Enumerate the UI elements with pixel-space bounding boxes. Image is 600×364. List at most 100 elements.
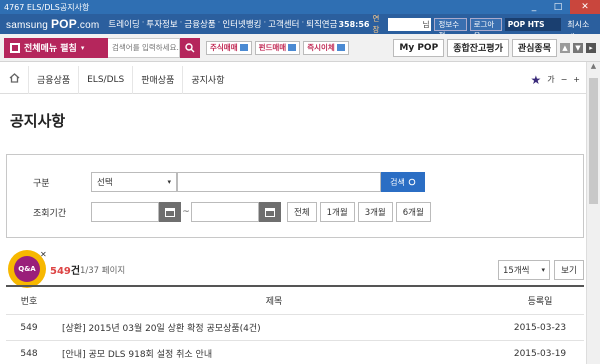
top-navigation: samsung POP.com 트레이딩 · 투자정보 · 금융상품 · 인터넷뱅킹 ·… xyxy=(0,13,600,42)
watchlist-tab[interactable]: 관심종목 xyxy=(511,38,557,57)
column-header-title: 제목 xyxy=(265,297,283,307)
nav-link-internet-banking[interactable]: 인터넷뱅킹 xyxy=(221,18,262,30)
font-size-label: 가 xyxy=(547,75,555,84)
favorite-star-icon[interactable]: ★ xyxy=(530,73,541,87)
row-number: 549 xyxy=(20,322,38,333)
search-button[interactable] xyxy=(180,37,200,58)
table-row[interactable]: 548 [안내] 공모 DLS 918회 설정 취소 안내 2015-03-19 xyxy=(6,341,584,364)
period-1month-button[interactable]: 1개월 xyxy=(319,202,355,222)
personal-tabs: My POP 종합잔고평가 관심종목 ▲ ▼ ▸ xyxy=(393,38,596,57)
my-pop-tab[interactable]: My POP xyxy=(393,38,445,57)
page-title: 공지사항 xyxy=(10,112,66,130)
nav-separator: · xyxy=(217,18,221,28)
quick-buttons: 주식매매 펀드매매 즉시이체 xyxy=(206,40,349,55)
start-date-input[interactable] xyxy=(91,202,159,222)
quick-transfer-button[interactable]: 즉시이체 xyxy=(303,40,349,55)
chevron-down-icon: ▾ xyxy=(167,178,171,186)
nav-link-invest-info[interactable]: 투자정보 xyxy=(145,18,178,30)
start-date-calendar-button[interactable] xyxy=(159,202,181,222)
search-filter-panel: 구분 선택 ▾ 검색 조회기간 ~ 전체 1개월 3개월 6개월 xyxy=(6,154,584,238)
end-date-input[interactable] xyxy=(191,202,259,222)
nav-separator: · xyxy=(141,18,145,28)
nav-separator: · xyxy=(179,18,183,28)
breadcrumb-financial-products[interactable]: 금융상품 xyxy=(28,65,78,94)
font-decrease-button[interactable]: − xyxy=(561,75,568,84)
row-title-link[interactable]: [상환] 2015년 03월 20일 상환 확정 공모상품(4건) xyxy=(52,321,496,334)
result-count: 549건 xyxy=(50,266,81,277)
window-minimize-button[interactable]: _ xyxy=(522,0,546,14)
nav-link-financial-products[interactable]: 금융상품 xyxy=(183,18,216,30)
nav-separator: · xyxy=(301,18,305,28)
session-area: 358:56 연장 님 정보수정 로그아웃 POP HTS Web 최시소개 xyxy=(338,13,600,42)
user-name: 님 xyxy=(387,17,432,31)
quick-stock-trade-button[interactable]: 주식매매 xyxy=(206,40,252,55)
breadcrumb-els-dls[interactable]: ELS/DLS xyxy=(78,65,132,94)
table-row[interactable]: 549 [상환] 2015년 03월 20일 상환 확정 공모상품(4건) 20… xyxy=(6,315,584,341)
keyword-input[interactable] xyxy=(177,172,381,192)
info-edit-button[interactable]: 정보수정 xyxy=(434,17,467,40)
calendar-icon xyxy=(265,207,275,217)
session-extend-link[interactable]: 연장 xyxy=(372,13,384,35)
period-6month-button[interactable]: 6개월 xyxy=(395,202,431,222)
chart-icon xyxy=(288,44,297,51)
row-title-link[interactable]: [안내] 공모 DLS 918회 설정 취소 안내 xyxy=(52,347,496,360)
view-button[interactable]: 보기 xyxy=(554,260,584,280)
search-icon xyxy=(185,42,195,52)
breadcrumb-notices[interactable]: 공지사항 xyxy=(182,65,232,94)
expand-icon[interactable]: ▸ xyxy=(586,42,596,53)
category-select[interactable]: 선택 ▾ xyxy=(91,172,177,192)
qa-badge-label: Q&A xyxy=(14,256,40,282)
refresh-icon xyxy=(408,178,416,186)
end-date-calendar-button[interactable] xyxy=(259,202,281,222)
window-controls: _ □ ✕ xyxy=(522,0,600,14)
nav-link-trading[interactable]: 트레이딩 xyxy=(107,18,140,30)
calendar-icon xyxy=(165,207,175,217)
grid-icon xyxy=(10,42,20,53)
chart-icon xyxy=(239,44,248,51)
row-date: 2015-03-19 xyxy=(513,348,567,359)
main-nav-links: 트레이딩 · 투자정보 · 금융상품 · 인터넷뱅킹 · 고객센터 · 퇴직연금 xyxy=(107,18,338,30)
page-tools: ★ 가 − + xyxy=(530,73,586,87)
breadcrumb: 금융상품 ELS/DLS 판매상품 공지사항 ★ 가 − + xyxy=(0,65,586,94)
filter-search-button[interactable]: 검색 xyxy=(381,172,425,192)
qa-close-icon[interactable]: ✕ xyxy=(40,250,47,259)
page-info: 1/37 페이지 xyxy=(80,266,126,276)
scroll-up-icon[interactable]: ▲ xyxy=(560,42,570,53)
filter-row-category: 구분 선택 ▾ 검색 xyxy=(7,171,425,193)
column-header-number: 번호 xyxy=(20,297,38,307)
period-all-button[interactable]: 전체 xyxy=(287,202,317,222)
nav-separator: · xyxy=(263,18,267,28)
quick-fund-trade-button[interactable]: 펀드매매 xyxy=(254,40,301,55)
window-titlebar: 4767 ELS/DLS공지사항 _ □ ✕ xyxy=(0,0,600,14)
filter-row-period: 조회기간 ~ 전체 1개월 3개월 6개월 xyxy=(7,201,431,223)
minimize-site-button[interactable]: 최시소개 xyxy=(564,18,596,42)
pop-hts-web-button[interactable]: POP HTS Web xyxy=(504,17,562,42)
scroll-up-arrow-icon[interactable]: ▲ xyxy=(587,62,600,74)
transfer-icon xyxy=(336,44,345,51)
home-button[interactable] xyxy=(0,73,28,86)
scroll-down-icon[interactable]: ▼ xyxy=(573,42,583,53)
site-search-input[interactable] xyxy=(108,37,180,58)
chevron-down-icon: ▾ xyxy=(541,266,545,274)
per-page-select[interactable]: 15개씩 ▾ xyxy=(498,260,550,280)
date-range-separator: ~ xyxy=(182,207,190,217)
row-date: 2015-03-23 xyxy=(513,322,567,333)
all-menu-button[interactable]: 전체메뉴 펼침 ▾ xyxy=(4,37,108,58)
window-maximize-button[interactable]: □ xyxy=(546,0,570,14)
chevron-down-icon: ▾ xyxy=(80,43,85,52)
period-3month-button[interactable]: 3개월 xyxy=(357,202,393,222)
nav-link-pension[interactable]: 퇴직연금 xyxy=(305,18,338,30)
scrollbar-thumb[interactable] xyxy=(589,78,598,204)
samsung-pop-logo[interactable]: samsung POP.com xyxy=(0,17,99,31)
balance-tab[interactable]: 종합잔고평가 xyxy=(447,38,509,57)
breadcrumb-sales-products[interactable]: 판매상품 xyxy=(132,65,182,94)
row-number: 548 xyxy=(20,348,38,359)
utility-bar: 전체메뉴 펼침 ▾ 주식매매 펀드매매 즉시이체 My POP 종합잔고평가 관… xyxy=(0,34,600,62)
category-label: 구분 xyxy=(33,178,50,189)
home-icon xyxy=(9,73,19,83)
font-increase-button[interactable]: + xyxy=(573,75,580,84)
window-close-button[interactable]: ✕ xyxy=(570,0,600,14)
logout-button[interactable]: 로그아웃 xyxy=(469,17,502,40)
nav-link-customer-center[interactable]: 고객센터 xyxy=(267,18,300,30)
page-scrollbar[interactable]: ▲ xyxy=(586,62,600,364)
